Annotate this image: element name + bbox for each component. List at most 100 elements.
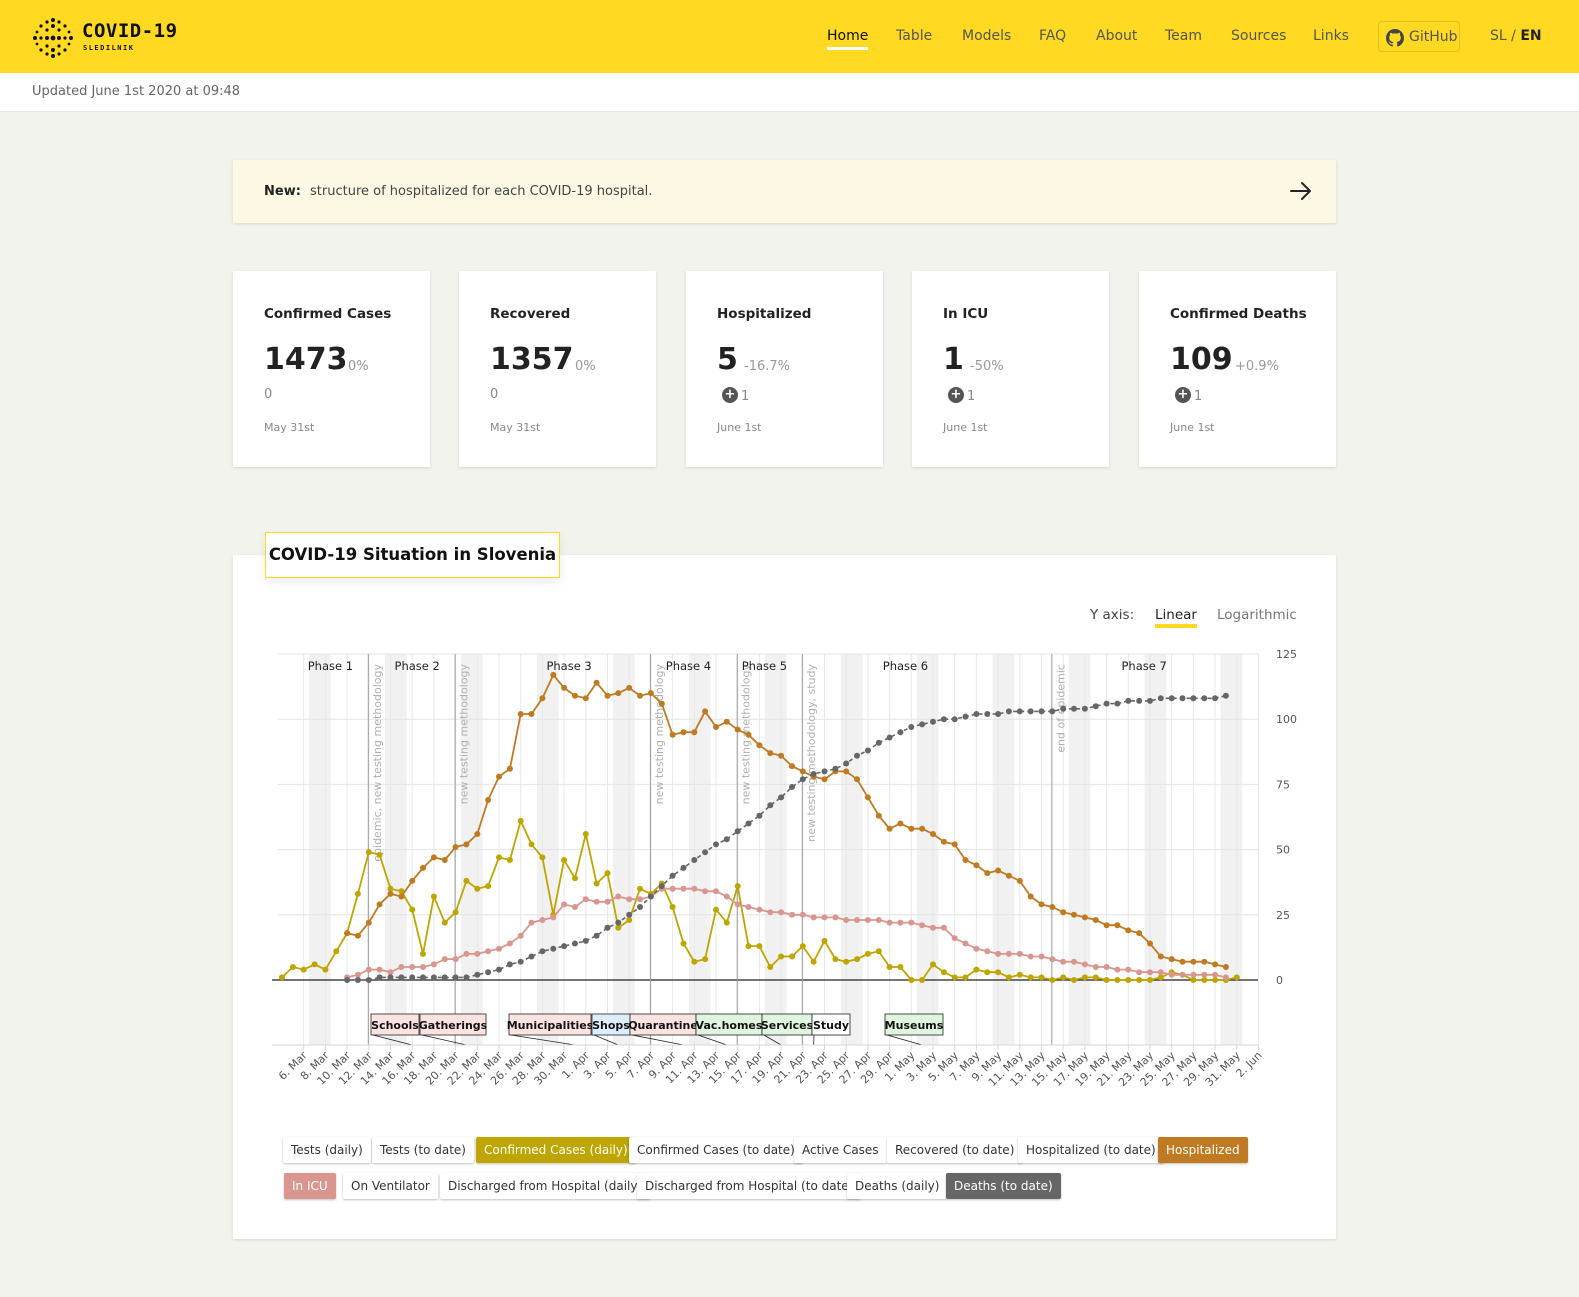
- series-point: [799, 911, 806, 918]
- series-point: [452, 974, 459, 981]
- series-point: [1136, 697, 1143, 704]
- series-point: [289, 964, 296, 970]
- series-point: [984, 948, 991, 955]
- series-point: [951, 935, 958, 942]
- series-point: [799, 776, 806, 783]
- series-point: [756, 906, 763, 913]
- series-point: [344, 930, 351, 937]
- series-point: [919, 922, 926, 929]
- series-point: [756, 742, 763, 749]
- series-point: [1168, 971, 1175, 978]
- series-point: [1071, 911, 1077, 918]
- series-point: [561, 857, 568, 863]
- series-point: [1179, 958, 1186, 965]
- phase-label: Phase 7: [1121, 659, 1166, 673]
- series-point: [745, 820, 752, 827]
- series-point: [734, 828, 741, 835]
- series-point: [365, 919, 372, 926]
- series-point: [843, 958, 850, 965]
- phase-label: Phase 2: [395, 659, 440, 673]
- series-point: [1136, 977, 1143, 983]
- series-point: [680, 940, 687, 947]
- legend-toggle[interactable]: Tests (daily): [283, 1137, 371, 1163]
- series-point: [832, 914, 839, 921]
- series-point: [1081, 961, 1088, 968]
- series-point: [517, 817, 524, 824]
- legend-toggle[interactable]: Hospitalized: [1158, 1137, 1248, 1163]
- series-point: [810, 771, 817, 777]
- series-point: [854, 752, 860, 759]
- series-point: [756, 943, 763, 950]
- series-point: [1201, 958, 1208, 965]
- series-point: [1092, 703, 1099, 710]
- series-point: [474, 971, 481, 978]
- series-point: [604, 898, 611, 905]
- legend-toggle[interactable]: Active Cases: [794, 1137, 887, 1163]
- series-point: [1212, 977, 1219, 983]
- series-point: [1212, 695, 1219, 702]
- series-point: [897, 964, 904, 970]
- legend-toggle[interactable]: Discharged from Hospital (daily): [440, 1173, 651, 1199]
- series-point: [702, 708, 709, 715]
- series-point: [1125, 927, 1132, 934]
- series-point: [886, 919, 893, 926]
- series-point: [864, 917, 871, 923]
- series-point: [658, 883, 665, 890]
- legend-toggle[interactable]: In ICU: [284, 1173, 336, 1199]
- series-point: [506, 940, 513, 947]
- series-point: [919, 721, 926, 728]
- series-point: [409, 877, 416, 884]
- series-point: [1201, 695, 1208, 702]
- legend-toggle[interactable]: Deaths (daily): [847, 1173, 948, 1199]
- series-point: [930, 924, 936, 931]
- event-label: Quarantine: [628, 1019, 698, 1032]
- series-point: [1005, 708, 1012, 715]
- series-point: [799, 768, 806, 775]
- legend-toggle[interactable]: Confirmed Cases (daily): [476, 1137, 636, 1163]
- series-point: [550, 945, 557, 952]
- series-point: [647, 893, 654, 900]
- series-point: [951, 716, 958, 723]
- legend-toggle[interactable]: Discharged from Hospital (to date): [637, 1173, 862, 1199]
- series-point: [1125, 977, 1132, 983]
- legend-toggle[interactable]: On Ventilator: [343, 1173, 438, 1199]
- legend-toggle[interactable]: Tests (to date): [372, 1137, 474, 1163]
- series-point: [474, 831, 481, 837]
- series-point: [995, 969, 1002, 976]
- series-point: [365, 977, 372, 983]
- series-point: [1190, 977, 1197, 983]
- legend-toggle[interactable]: Confirmed Cases (to date): [629, 1137, 803, 1163]
- series-point: [398, 964, 405, 970]
- series-point: [669, 904, 676, 910]
- series-point: [539, 917, 546, 923]
- series-point: [1049, 956, 1056, 963]
- series-point: [1222, 964, 1229, 970]
- event-label: Municipalities: [507, 1019, 594, 1032]
- legend-toggle[interactable]: Hospitalized (to date): [1018, 1137, 1164, 1163]
- series-point: [1060, 705, 1067, 712]
- series-point: [1136, 930, 1143, 937]
- series-point: [1081, 974, 1088, 981]
- legend-toggle[interactable]: Deaths (to date): [946, 1173, 1061, 1199]
- series-point: [1049, 708, 1056, 715]
- series-point: [940, 924, 947, 931]
- legend-toggle[interactable]: Recovered (to date): [887, 1137, 1023, 1163]
- annotation-label: new testing methodology: [458, 664, 471, 805]
- series-point: [778, 794, 785, 801]
- series-point: [702, 956, 709, 963]
- series-point: [1038, 708, 1045, 715]
- series-point: [669, 872, 676, 879]
- series-point: [387, 969, 394, 976]
- series-point: [789, 763, 795, 770]
- series-point: [604, 692, 611, 699]
- series-point: [669, 731, 676, 738]
- series-point: [832, 956, 839, 963]
- series-point: [897, 919, 904, 926]
- annotation-label: epidemic, new testing methodology: [371, 664, 384, 862]
- series-point: [1147, 940, 1153, 947]
- series-point: [875, 812, 882, 819]
- annotation-label: new testing methodology: [653, 664, 666, 805]
- y-tick-label: 25: [1276, 909, 1290, 922]
- series-point: [843, 768, 850, 775]
- series-point: [398, 893, 405, 900]
